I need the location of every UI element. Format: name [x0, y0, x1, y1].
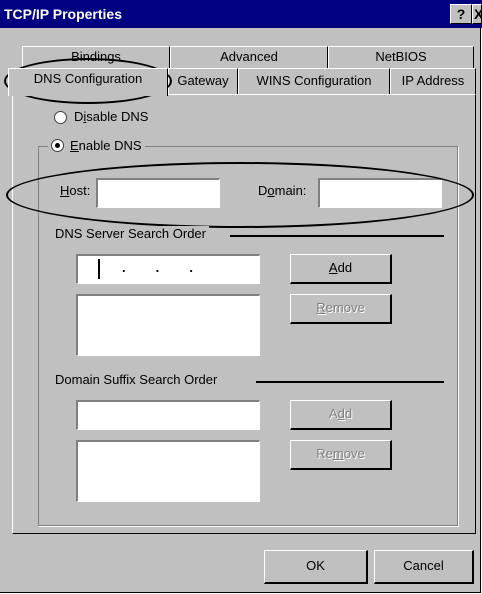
tab-netbios[interactable]: NetBIOS — [328, 46, 474, 68]
add-server-button[interactable]: Add — [290, 254, 392, 284]
dns-server-divider — [230, 235, 444, 237]
title-bar[interactable]: TCP/IP Properties ? X — [0, 0, 482, 28]
enable-dns-label: nable DNS — [78, 138, 142, 153]
remove-suffix-button[interactable]: Remove — [290, 440, 392, 470]
remove-suffix-label-rest: ove — [343, 446, 365, 461]
enable-dns-option[interactable]: Enable DNS — [48, 138, 145, 153]
add-label: dd — [337, 260, 353, 275]
cancel-button[interactable]: Cancel — [374, 550, 474, 584]
disable-dns-label-part: D — [74, 109, 84, 124]
close-button[interactable]: X — [472, 4, 482, 24]
dns-server-list[interactable] — [76, 294, 260, 356]
tab-gateway-label: Gateway — [177, 73, 229, 88]
tab-gateway[interactable]: Gateway — [168, 68, 238, 94]
remove-accesskey: R — [316, 300, 326, 315]
tab-advanced-label: Advanced — [220, 49, 278, 64]
disable-dns-label-rest: sable DNS — [86, 109, 149, 124]
tab-ip-address-label: IP Address — [401, 73, 465, 88]
domain-suffix-input[interactable] — [76, 400, 260, 430]
dns-server-search-order-label: DNS Server Search Order — [52, 226, 209, 241]
remove-server-button[interactable]: Remove — [290, 294, 392, 324]
add-suffix-button[interactable]: Add — [290, 400, 392, 430]
ok-button[interactable]: OK — [264, 550, 368, 584]
tcpip-properties-dialog: TCP/IP Properties ? X Bindings Advanced … — [0, 0, 482, 593]
domain-suffix-list[interactable] — [76, 440, 260, 502]
tab-wins-configuration[interactable]: WINS Configuration — [238, 68, 390, 94]
tab-dns-configuration[interactable]: DNS Configuration — [8, 68, 168, 96]
add-accesskey: A — [328, 260, 338, 275]
tab-dns-configuration-label: DNS Configuration — [33, 71, 143, 86]
add-suffix-label-part: A — [328, 406, 338, 421]
text-cursor — [98, 259, 100, 279]
domain-suffix-search-order-label: Domain Suffix Search Order — [52, 372, 221, 387]
tab-advanced[interactable]: Advanced — [170, 46, 328, 68]
tab-wins-configuration-label: WINS Configuration — [256, 73, 372, 88]
domain-suffix-divider — [256, 381, 444, 383]
window-title: TCP/IP Properties — [4, 6, 123, 22]
enable-dns-radio[interactable] — [51, 139, 64, 152]
tab-ip-address[interactable]: IP Address — [390, 68, 476, 94]
remove-suffix-accesskey: m — [332, 446, 344, 461]
help-button[interactable]: ? — [450, 4, 472, 24]
add-suffix-accesskey: d — [337, 406, 345, 421]
dns-server-ip-input[interactable]: . . . — [76, 254, 260, 284]
remove-label: emove — [325, 300, 365, 315]
remove-suffix-label-part: Re — [316, 446, 333, 461]
ip-dots: . . . — [122, 260, 195, 275]
disable-dns-label[interactable]: Disable DNS — [74, 109, 148, 124]
host-domain-highlight-oval — [6, 162, 474, 228]
disable-dns-radio[interactable] — [54, 111, 67, 124]
enable-dns-accesskey: E — [70, 138, 79, 153]
tab-netbios-label: NetBIOS — [375, 49, 427, 64]
add-suffix-label-rest: d — [344, 406, 353, 421]
